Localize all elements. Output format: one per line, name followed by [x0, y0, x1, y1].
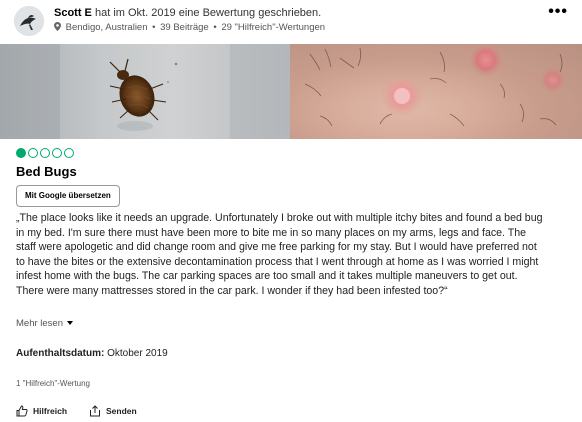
author-contributions: 39 Beiträge: [160, 22, 209, 33]
review-actions: Hilfreich Senden: [16, 405, 137, 417]
review-photo-bedbug[interactable]: [0, 44, 290, 139]
review-title[interactable]: Bed Bugs: [16, 164, 77, 179]
share-button[interactable]: Senden: [89, 405, 137, 417]
author-meta: Bendigo, Australien • 39 Beiträge • 29 "…: [54, 22, 325, 33]
rating-bubbles: [16, 148, 74, 158]
review-photos: [0, 44, 582, 139]
location-pin-icon: [54, 22, 61, 31]
more-options-icon[interactable]: •••: [548, 4, 568, 20]
user-avatar-image: [14, 6, 44, 36]
share-icon: [90, 405, 101, 417]
review-photo-bites[interactable]: [290, 44, 582, 139]
review-header: Scott E hat im Okt. 2019 eine Bewertung …: [8, 4, 574, 38]
stay-date-label: Aufenthaltsdatum:: [16, 348, 105, 359]
read-more-button[interactable]: Mehr lesen: [16, 318, 73, 329]
avatar[interactable]: [14, 6, 44, 36]
review-author-line: Scott E hat im Okt. 2019 eine Bewertung …: [54, 7, 321, 19]
rating-bubble-empty-icon: [28, 148, 38, 158]
helpful-button[interactable]: Hilfreich: [16, 405, 67, 417]
share-label: Senden: [106, 406, 137, 416]
review-body: „The place looks like it needs an upgrad…: [16, 212, 543, 297]
author-name[interactable]: Scott E: [54, 7, 92, 19]
chevron-down-icon: [67, 321, 73, 325]
helpful-label: Hilfreich: [33, 406, 68, 416]
author-helpful-votes: 29 "Hilfreich"-Wertungen: [221, 22, 326, 33]
stay-date-value: Oktober 2019: [107, 348, 168, 359]
review-card: Scott E hat im Okt. 2019 eine Bewertung …: [0, 0, 582, 422]
rating-bubble-empty-icon: [52, 148, 62, 158]
rating-bubble-filled-icon: [16, 148, 26, 158]
stay-date: Aufenthaltsdatum: Oktober 2019: [16, 348, 168, 359]
meta-separator: •: [152, 22, 156, 33]
helpful-count: 1 "Hilfreich"-Wertung: [16, 379, 90, 388]
meta-separator: •: [213, 22, 217, 33]
rating-bubble-empty-icon: [64, 148, 74, 158]
rating-bubble-empty-icon: [40, 148, 50, 158]
author-action-text: hat im Okt. 2019 eine Bewertung geschrie…: [94, 7, 322, 19]
bites-photo-illustration: [290, 44, 582, 139]
author-location: Bendigo, Australien: [65, 22, 148, 33]
translate-button[interactable]: Mit Google übersetzen: [16, 185, 120, 207]
bedbug-photo-illustration: [0, 44, 290, 139]
read-more-label: Mehr lesen: [16, 318, 63, 329]
thumbs-up-icon: [16, 405, 28, 417]
